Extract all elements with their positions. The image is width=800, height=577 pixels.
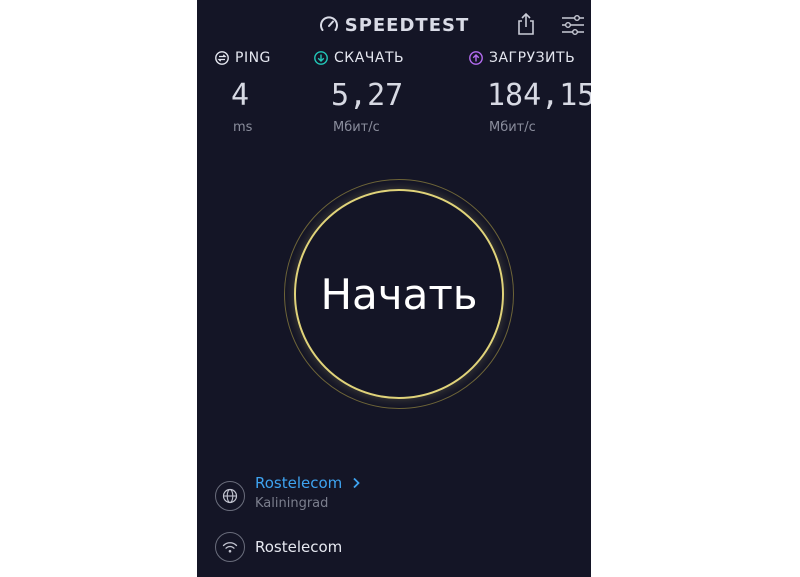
settings-sliders-icon[interactable] bbox=[561, 14, 585, 36]
globe-icon bbox=[215, 481, 245, 511]
chevron-right-icon bbox=[353, 477, 360, 489]
wifi-icon bbox=[215, 532, 245, 562]
speedometer-icon bbox=[319, 16, 338, 31]
server-provider-name: Rostelecom bbox=[255, 474, 343, 492]
download-metric: СКАЧАТЬ bbox=[314, 50, 404, 66]
start-label: Начать bbox=[320, 269, 478, 319]
brand-name: SPEEDTEST bbox=[344, 14, 470, 36]
download-unit: Мбит/с bbox=[333, 120, 380, 135]
download-value: 5,27 bbox=[331, 78, 404, 113]
server-location: Kaliningrad bbox=[255, 496, 329, 511]
connection-name: Rostelecom bbox=[255, 538, 343, 556]
ping-unit: ms bbox=[233, 120, 253, 135]
upload-arrow-icon bbox=[469, 51, 483, 65]
upload-label: ЗАГРУЗИТЬ bbox=[489, 50, 576, 66]
upload-metric: ЗАГРУЗИТЬ bbox=[469, 50, 575, 66]
ping-label: PING bbox=[235, 50, 271, 66]
share-icon[interactable] bbox=[515, 12, 537, 36]
start-button[interactable]: Начать bbox=[294, 189, 504, 399]
server-provider-link[interactable]: Rostelecom bbox=[255, 474, 361, 492]
ping-value: 4 bbox=[231, 78, 250, 113]
download-arrow-icon bbox=[314, 51, 328, 65]
speedtest-app-screen: SPEEDTEST PING 4 ms СКАЧАТЬ 5,27 Мбит/с … bbox=[197, 0, 591, 577]
ping-icon bbox=[215, 51, 229, 65]
upload-value: 184,15 bbox=[487, 78, 591, 113]
download-label: СКАЧАТЬ bbox=[334, 50, 405, 66]
ping-metric: PING bbox=[215, 50, 271, 66]
upload-unit: Мбит/с bbox=[489, 120, 536, 135]
